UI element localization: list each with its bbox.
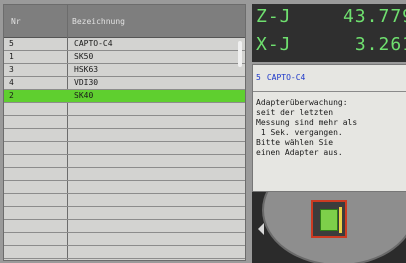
axis-readout: Z-J 43.779 X-J 3.261	[252, 4, 406, 62]
header-nr: Nr	[11, 17, 21, 26]
x-axis-row: X-J 3.261	[256, 34, 406, 58]
table-row[interactable]	[4, 246, 245, 259]
table-row[interactable]	[4, 142, 245, 155]
table-row[interactable]	[4, 220, 245, 233]
table-row[interactable]: 4 VDI30	[4, 77, 245, 90]
table-row[interactable]	[4, 129, 245, 142]
x-axis-label: X-J	[256, 34, 292, 55]
row-bezeichnung: VDI30	[74, 78, 99, 87]
table-row[interactable]: 5 CAPTO-C4	[4, 38, 245, 51]
table-row[interactable]: 1 SK50	[4, 51, 245, 64]
table-row[interactable]	[4, 233, 245, 246]
table-body: 5 CAPTO-C4 1 SK50 3 HSK63 4 VDI30 2 SK40	[4, 38, 245, 259]
table-scrollbar[interactable]	[238, 41, 242, 67]
row-bezeichnung: SK50	[74, 52, 94, 61]
current-adapter: 5 CAPTO-C4	[256, 73, 305, 82]
row-nr: 5	[9, 39, 14, 48]
row-bezeichnung: SK40	[74, 91, 94, 100]
tool-indicator-bar	[339, 207, 342, 233]
message-divider	[253, 91, 406, 92]
z-axis-label: Z-J	[256, 6, 292, 27]
header-bezeichnung: Bezeichnung	[72, 17, 125, 26]
table-row[interactable]: 3 HSK63	[4, 64, 245, 77]
table-row[interactable]	[4, 181, 245, 194]
z-axis-value: 43.779	[342, 6, 406, 27]
row-nr: 4	[9, 78, 14, 87]
table-header: Nr Bezeichnung	[4, 5, 245, 38]
adapter-tool-button[interactable]	[311, 200, 347, 238]
row-bezeichnung: CAPTO-C4	[74, 39, 113, 48]
table-row[interactable]	[4, 103, 245, 116]
row-nr: 1	[9, 52, 14, 61]
message-box: 5 CAPTO-C4 Adapterüberwachung: seit der l…	[252, 64, 406, 192]
table-row[interactable]	[4, 116, 245, 129]
current-adapter-name: CAPTO-C4	[266, 73, 306, 82]
message-text: Adapterüberwachung: seit der letzten Mes…	[256, 98, 358, 157]
row-nr: 3	[9, 65, 14, 74]
current-adapter-nr: 5	[256, 73, 261, 82]
table-row[interactable]	[4, 168, 245, 181]
row-bezeichnung: HSK63	[74, 65, 99, 74]
table-row[interactable]: 2 SK40	[4, 90, 245, 103]
table-row[interactable]	[4, 207, 245, 220]
row-nr: 2	[9, 91, 14, 100]
adapter-tool-icon	[320, 209, 338, 231]
table-row[interactable]	[4, 194, 245, 207]
adapter-table: Nr Bezeichnung 5 CAPTO-C4 1 SK50 3 HSK63 4 VDI3…	[3, 4, 246, 261]
table-row[interactable]	[4, 155, 245, 168]
z-axis-row: Z-J 43.779	[256, 6, 406, 30]
right-panel: Z-J 43.779 X-J 3.261 5 CAPTO-C4 Adapterüb…	[252, 4, 406, 263]
icon-strip	[252, 192, 406, 263]
chevron-left-icon[interactable]	[258, 223, 264, 235]
x-axis-value: 3.261	[354, 34, 406, 55]
